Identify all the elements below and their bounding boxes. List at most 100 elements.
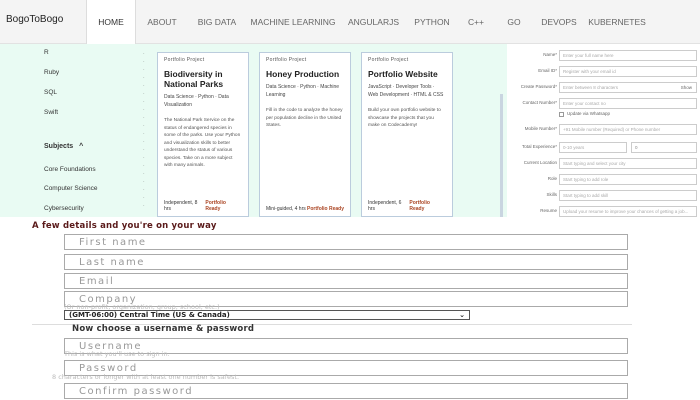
subnav-item-core-foundations[interactable]: Core Foundations <box>44 166 96 173</box>
chevron-down-icon: ⌄ <box>459 311 465 319</box>
chevron-up-icon: ^ <box>79 143 84 150</box>
main-nav: HOME ABOUT BIG DATA MACHINE LEARNING ANG… <box>86 0 649 44</box>
card-label: Portfolio Project <box>368 57 409 63</box>
card-title: Honey Production <box>266 69 340 79</box>
email-field[interactable]: Email <box>64 273 628 289</box>
subnav-item-computer-science[interactable]: Computer Science <box>44 185 97 192</box>
project-card-biodiversity[interactable]: Portfolio Project Biodiversity in Nation… <box>157 52 249 217</box>
subnav-item-cybersecurity[interactable]: Cybersecurity <box>44 205 84 212</box>
role-field[interactable]: Start typing to add role <box>559 174 697 185</box>
field-label: Total Experience* <box>521 144 557 149</box>
divider-dots: · · · · · · · · · · · · · · · · · · · · <box>143 51 145 209</box>
registration-form: Name* Enter your full name here Email ID… <box>507 44 700 219</box>
subnav-item-sql[interactable]: SQL <box>44 89 57 96</box>
card-tags: Data Science · Python · Data Visualizati… <box>164 94 229 108</box>
show-password-toggle[interactable]: Show <box>681 85 692 90</box>
form-row-skills: Skills Start typing to add skill <box>507 190 700 201</box>
portfolio-ready-badge: Portfolio Ready <box>409 200 430 212</box>
confirm-password-placeholder: Confirm password <box>79 386 194 397</box>
experience-years-select[interactable]: 0-10 years <box>559 142 627 153</box>
card-description: Build your own portfolio website to show… <box>368 108 441 128</box>
field-label: Role <box>547 176 557 181</box>
nav-item-big-data[interactable]: BIG DATA <box>188 0 246 44</box>
catalog-dropdown-panel: R Ruby SQL Swift Subjects ^ Core Foundat… <box>0 44 507 259</box>
subnav-item-r[interactable]: R <box>44 49 49 56</box>
experience-months-select[interactable]: 0 <box>631 142 697 153</box>
field-label: Skills <box>546 192 557 197</box>
password-field[interactable]: Enter between 8 characters Show <box>559 82 697 93</box>
field-label: Contact Number* <box>522 100 557 105</box>
password-hint: 8 characters or longer with at least one… <box>52 373 240 381</box>
location-field[interactable]: Start typing and select your city <box>559 158 697 169</box>
card-tags: Data Science · Python · Machine Learning <box>266 84 340 98</box>
whatsapp-label: Update via Whatsapp <box>567 111 611 116</box>
form-row-location: Current Location Start typing and select… <box>507 158 700 169</box>
subnav-item-ruby[interactable]: Ruby <box>44 69 59 76</box>
timezone-value: (GMT-06:00) Central Time (US & Canada) <box>69 311 230 319</box>
project-card-portfolio-website[interactable]: Portfolio Project Portfolio Website Java… <box>361 52 453 217</box>
password-placeholder: Enter between 8 characters <box>563 85 619 90</box>
form-row-resume: Resume Upload your resume to improve you… <box>507 206 700 217</box>
form-row-password: Create Password* Enter between 8 charact… <box>507 82 700 93</box>
field-label: Resume <box>540 208 557 213</box>
last-name-field[interactable]: Last name <box>64 254 628 270</box>
card-title: Portfolio Website <box>368 69 438 79</box>
contact-field[interactable]: Enter your contact no <box>559 98 697 109</box>
nav-item-machine-learning[interactable]: MACHINE LEARNING <box>246 0 340 44</box>
name-field[interactable]: Enter your full name here <box>559 50 697 61</box>
field-label: Current Location <box>523 160 557 165</box>
resume-upload[interactable]: Upload your resume to improve your chanc… <box>559 206 697 217</box>
subjects-heading[interactable]: Subjects ^ <box>44 143 83 150</box>
form-row-whatsapp: Update via Whatsapp <box>507 111 700 119</box>
card-duration: Independent, 8 hrs <box>164 200 198 212</box>
card-label: Portfolio Project <box>164 57 205 63</box>
form-row-experience: Total Experience* 0-10 years 0 <box>507 142 700 153</box>
first-name-field[interactable]: First name <box>64 234 628 250</box>
timezone-select[interactable]: (GMT-06:00) Central Time (US & Canada) ⌄ <box>64 310 470 320</box>
nav-item-python[interactable]: PYTHON <box>407 0 457 44</box>
form-row-role: Role Start typing to add role <box>507 174 700 185</box>
nav-item-angularjs[interactable]: ANGULARJS <box>340 0 407 44</box>
portfolio-ready-badge: Portfolio Ready <box>205 200 226 212</box>
card-tags: JavaScript · Developer Tools · Web Devel… <box>368 84 444 98</box>
nav-item-go[interactable]: GO <box>495 0 533 44</box>
email-field[interactable]: Register with your email id <box>559 66 697 77</box>
nav-item-about[interactable]: ABOUT <box>136 0 188 44</box>
card-title: Biodiversity in National Parks <box>164 69 224 89</box>
signup-form: A few details and you're on your way Fir… <box>0 217 700 400</box>
field-label: Email ID* <box>538 68 557 73</box>
field-label: Mobile Number* <box>524 126 557 131</box>
username-hint: This is what you'll use to sign in. <box>64 350 170 358</box>
form-row-name: Name* Enter your full name here <box>507 50 700 61</box>
portfolio-ready-badge: Portfolio Ready <box>307 206 344 212</box>
form-row-contact: Contact Number* Enter your contact no <box>507 98 700 109</box>
card-footer: Independent, 8 hrs Portfolio Ready <box>164 200 242 212</box>
nav-item-home[interactable]: HOME <box>86 0 136 44</box>
card-footer: Mini-guided, 4 hrs Portfolio Ready <box>266 206 344 212</box>
nav-item-devops[interactable]: DEVOPS <box>533 0 585 44</box>
skills-field[interactable]: Start typing to add skill <box>559 190 697 201</box>
card-duration: Mini-guided, 4 hrs <box>266 206 306 212</box>
field-label: Create Password* <box>520 84 557 89</box>
card-description: The National Park Service on the status … <box>164 118 241 168</box>
whatsapp-checkbox[interactable] <box>559 112 564 117</box>
credentials-heading: Now choose a username & password <box>72 324 255 334</box>
last-name-placeholder: Last name <box>79 257 145 268</box>
field-label: Name* <box>543 52 557 57</box>
card-description: Fill in the code to analyze the honey pe… <box>266 108 343 128</box>
mobile-field[interactable]: +91 Mobile number (Required) or Phone nu… <box>559 124 697 135</box>
subnav-item-swift[interactable]: Swift <box>44 109 58 116</box>
form-row-email: Email ID* Register with your email id <box>507 66 700 77</box>
nav-item-cpp[interactable]: C++ <box>457 0 495 44</box>
card-footer: Independent, 6 hrs Portfolio Ready <box>368 200 446 212</box>
nav-item-kubernetes[interactable]: KUBERNETES <box>585 0 649 44</box>
confirm-password-field[interactable]: Confirm password <box>64 383 628 399</box>
card-label: Portfolio Project <box>266 57 307 63</box>
top-navigation-bar: BogoToBogo HOME ABOUT BIG DATA MACHINE L… <box>0 0 700 44</box>
project-card-honey-production[interactable]: Portfolio Project Honey Production Data … <box>259 52 351 217</box>
details-heading: A few details and you're on your way <box>32 221 217 231</box>
card-duration: Independent, 6 hrs <box>368 200 402 212</box>
brand-logo[interactable]: BogoToBogo <box>6 14 63 25</box>
subjects-label: Subjects <box>44 143 74 150</box>
first-name-placeholder: First name <box>79 237 147 248</box>
